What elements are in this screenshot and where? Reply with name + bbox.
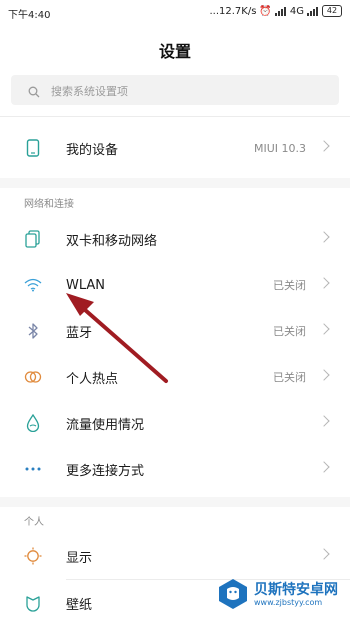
watermark-title: 贝斯特安卓网 xyxy=(254,581,338,598)
watermark-logo-icon xyxy=(219,579,247,609)
watermark: 贝斯特安卓网 www.zjbstyy.com xyxy=(216,574,344,614)
annotation-arrow xyxy=(66,293,168,383)
watermark-url: www.zjbstyy.com xyxy=(254,597,323,607)
